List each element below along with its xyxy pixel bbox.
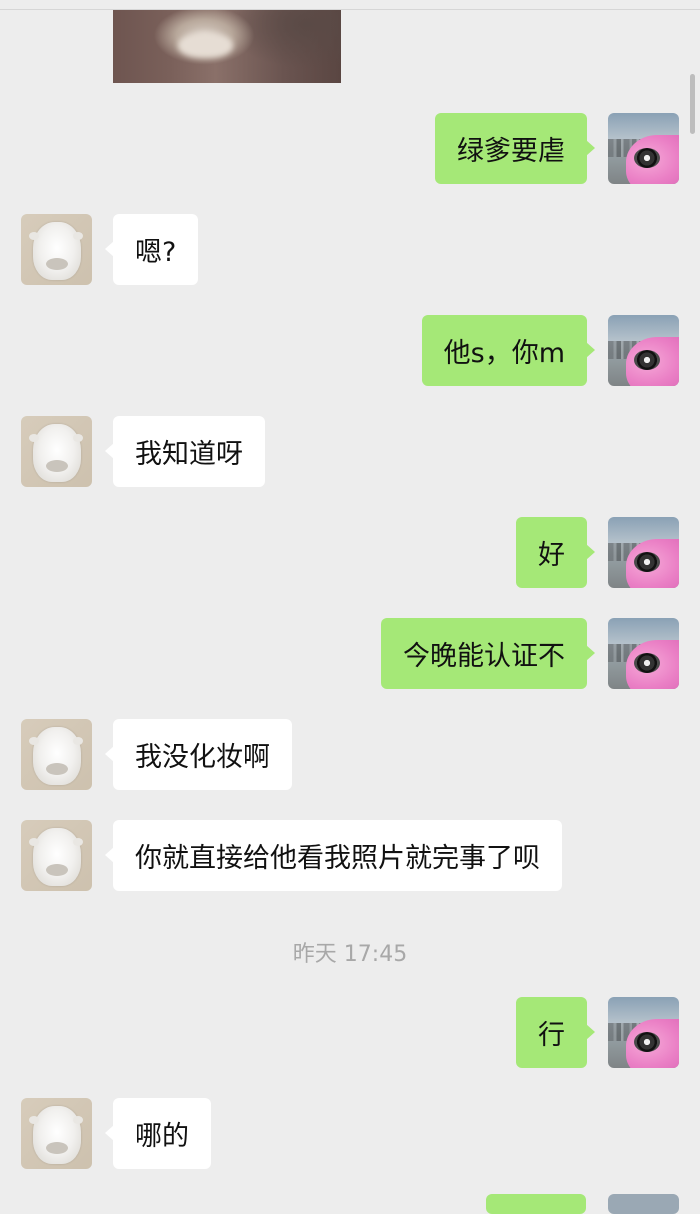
incoming-message-bubble[interactable]: 我没化妆啊 xyxy=(105,719,292,790)
contact-avatar[interactable] xyxy=(21,416,92,487)
message-row: 哪的 xyxy=(0,1098,700,1169)
self-avatar[interactable] xyxy=(608,315,679,386)
incoming-message-bubble[interactable]: 哪的 xyxy=(105,1098,211,1169)
outgoing-message-bubble[interactable]: 今晚能认证不 xyxy=(381,618,595,689)
self-avatar[interactable] xyxy=(608,618,679,689)
message-row: 绿爹要虐 xyxy=(0,113,700,184)
outgoing-message-bubble[interactable]: 好 xyxy=(516,517,595,588)
message-row: 行 xyxy=(0,997,700,1068)
incoming-message-bubble[interactable]: 我知道呀 xyxy=(105,416,265,487)
message-text: 嗯? xyxy=(135,237,177,268)
message-text: 你就直接给他看我照片就完事了呗 xyxy=(135,843,540,874)
message-row: 今晚能认证不 xyxy=(0,618,700,689)
top-divider xyxy=(0,9,700,10)
message-row: 我知道呀 xyxy=(0,416,700,487)
message-row: 嗯? xyxy=(0,214,700,285)
image-message-thumbnail[interactable] xyxy=(113,10,341,83)
outgoing-message-bubble[interactable]: 行 xyxy=(516,997,595,1068)
contact-avatar[interactable] xyxy=(21,1098,92,1169)
outgoing-message-bubble[interactable]: 他s，你m xyxy=(421,315,596,386)
contact-avatar[interactable] xyxy=(21,719,92,790)
self-avatar[interactable] xyxy=(608,517,679,588)
incoming-message-bubble[interactable]: 嗯? xyxy=(104,214,199,285)
self-avatar[interactable] xyxy=(608,113,679,184)
outgoing-message-bubble-partial[interactable] xyxy=(486,1194,586,1214)
message-text: 好 xyxy=(538,540,565,571)
message-text: 哪的 xyxy=(135,1121,189,1152)
message-text: 他s，你m xyxy=(443,338,565,369)
message-text: 我知道呀 xyxy=(135,439,243,470)
message-text: 今晚能认证不 xyxy=(403,641,565,672)
chat-timestamp: 昨天 17:45 xyxy=(292,942,408,967)
outgoing-message-bubble[interactable]: 绿爹要虐 xyxy=(435,113,595,184)
message-text: 绿爹要虐 xyxy=(457,136,565,167)
message-row: 他s，你m xyxy=(0,315,700,386)
message-text: 行 xyxy=(538,1020,565,1051)
contact-avatar[interactable] xyxy=(21,820,92,891)
message-row: 好 xyxy=(0,517,700,588)
self-avatar-partial[interactable] xyxy=(608,1194,679,1214)
message-row: 我没化妆啊 xyxy=(0,719,700,790)
self-avatar[interactable] xyxy=(608,997,679,1068)
message-text: 我没化妆啊 xyxy=(135,742,270,773)
message-row: 你就直接给他看我照片就完事了呗 xyxy=(0,820,700,891)
contact-avatar[interactable] xyxy=(21,214,92,285)
incoming-message-bubble[interactable]: 你就直接给他看我照片就完事了呗 xyxy=(105,820,562,891)
